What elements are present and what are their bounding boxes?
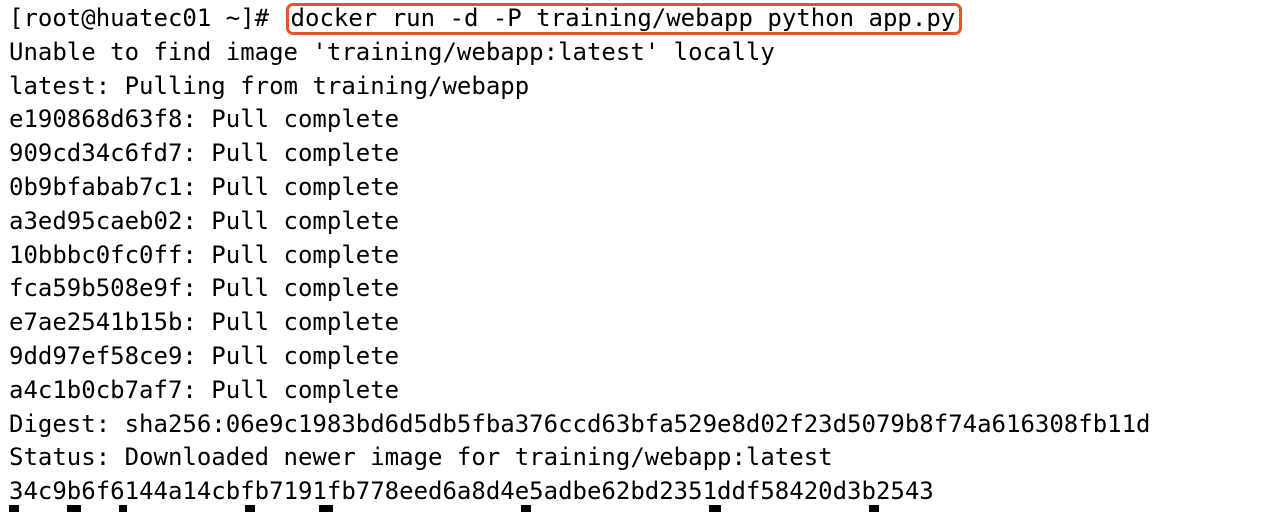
highlighted-command: docker run -d -P training/webapp python … bbox=[285, 3, 963, 35]
terminal-output: [root@huatec01 ~]# docker run -d -P trai… bbox=[9, 2, 1268, 509]
output-line: a4c1b0cb7af7: Pull complete bbox=[9, 375, 400, 404]
output-line: 0b9bfabab7c1: Pull complete bbox=[9, 172, 400, 201]
terminal-window[interactable]: [root@huatec01 ~]# docker run -d -P trai… bbox=[0, 0, 1268, 512]
command-line: [root@huatec01 ~]# docker run -d -P trai… bbox=[9, 2, 1268, 36]
next-prompt-cutoff bbox=[9, 505, 1109, 512]
status-line: Status: Downloaded newer image for train… bbox=[9, 443, 833, 472]
output-line: 10bbbc0fc0ff: Pull complete bbox=[9, 240, 400, 269]
output-line: 909cd34c6fd7: Pull complete bbox=[9, 139, 400, 168]
output-line: latest: Pulling from training/webapp bbox=[9, 71, 530, 100]
output-line: 9dd97ef58ce9: Pull complete bbox=[9, 341, 400, 370]
shell-prompt: [root@huatec01 ~]# bbox=[9, 4, 270, 32]
digest-line: Digest: sha256:06e9c1983bd6d5db5fba376cc… bbox=[9, 409, 1151, 438]
output-line: fca59b508e9f: Pull complete bbox=[9, 274, 400, 303]
container-id-line: 34c9b6f6144a14cbfb7191fb778eed6a8d4e5adb… bbox=[9, 477, 934, 506]
output-line: Unable to find image 'training/webapp:la… bbox=[9, 37, 775, 66]
output-line: a3ed95caeb02: Pull complete bbox=[9, 206, 400, 235]
output-line: e7ae2541b15b: Pull complete bbox=[9, 308, 400, 337]
output-line: e190868d63f8: Pull complete bbox=[9, 105, 400, 134]
